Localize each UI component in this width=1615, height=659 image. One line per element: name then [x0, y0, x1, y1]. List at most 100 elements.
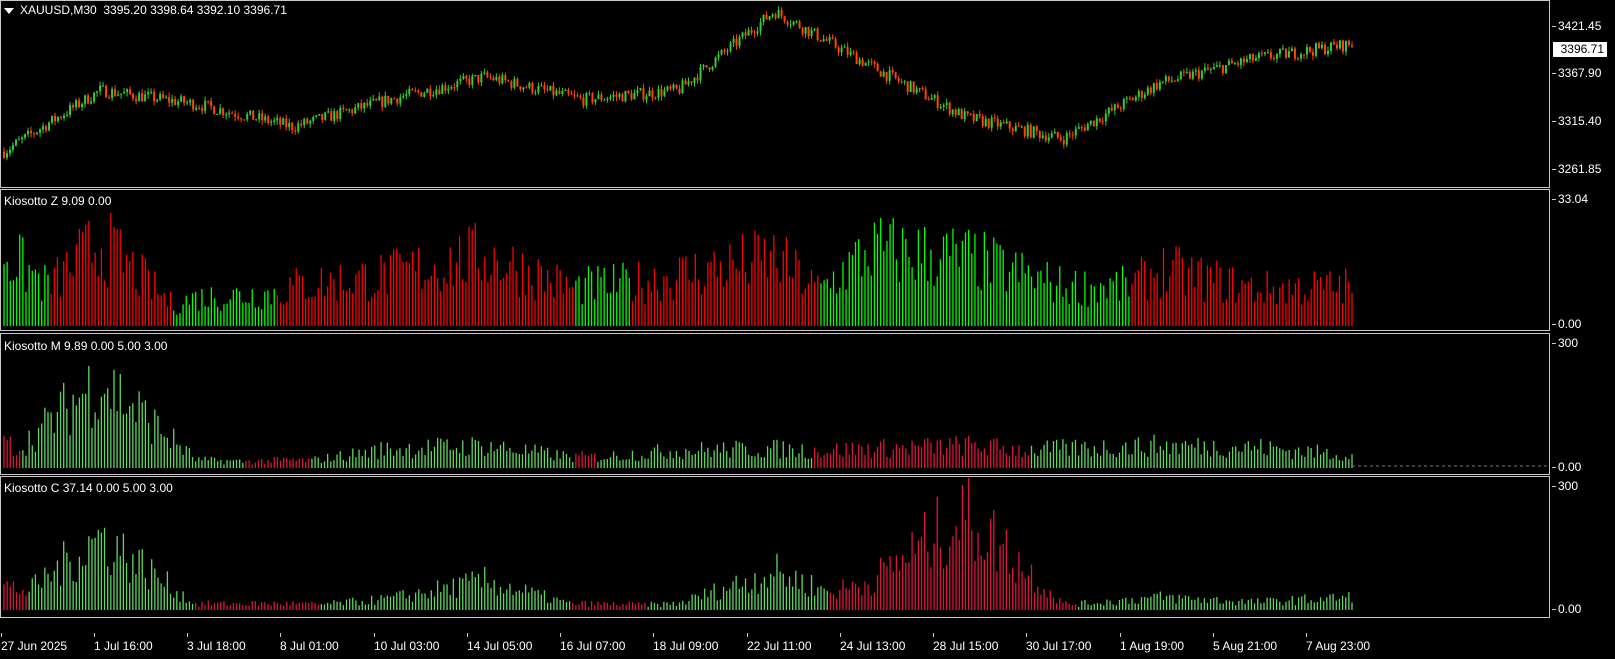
candle-body	[48, 122, 51, 131]
candle-body	[864, 62, 867, 66]
candle-body	[906, 81, 909, 93]
candle-body	[855, 52, 858, 65]
candle-body	[1062, 140, 1065, 145]
candle-body	[597, 94, 600, 100]
candle-body	[138, 93, 141, 102]
candle-body	[528, 82, 531, 88]
candle-body	[1083, 127, 1086, 131]
candle-body	[870, 61, 873, 63]
candle-body	[954, 109, 957, 116]
candle-body	[1326, 50, 1329, 55]
candle-body	[408, 88, 411, 95]
candle-body	[1095, 118, 1098, 127]
candle-body	[438, 89, 441, 94]
candle-body	[420, 92, 423, 97]
candle-body	[690, 81, 693, 84]
candle-body	[120, 93, 123, 95]
candle-body	[777, 9, 780, 19]
candle-body	[396, 98, 399, 104]
candle-body	[117, 94, 120, 96]
candle-body	[1335, 44, 1338, 49]
candle-body	[1182, 71, 1185, 73]
candle-body	[645, 96, 648, 100]
candle-body	[894, 72, 897, 78]
candle-body	[909, 81, 912, 93]
candle-body	[813, 28, 816, 31]
candle-body	[810, 30, 813, 37]
candle-body	[1344, 40, 1347, 52]
candle-body	[1311, 51, 1314, 56]
candle-body	[888, 70, 891, 81]
candle-body	[399, 97, 402, 104]
candle-body	[573, 94, 576, 96]
candle-body	[381, 96, 384, 107]
candle-body	[1224, 65, 1227, 74]
candle-body	[822, 39, 825, 42]
candle-body	[513, 78, 516, 88]
candle-body	[510, 81, 513, 88]
candle-body	[1305, 47, 1308, 55]
candle-body	[651, 90, 654, 98]
candle-body	[993, 117, 996, 119]
candle-body	[234, 113, 237, 117]
candle-body	[1011, 128, 1014, 132]
candle-body	[93, 92, 96, 102]
candle-body	[984, 118, 987, 127]
candle-body	[642, 88, 645, 100]
candle-body	[816, 28, 819, 41]
candle-body	[684, 80, 687, 85]
candle-body	[1125, 98, 1128, 100]
candle-body	[162, 94, 165, 98]
candle-body	[255, 119, 258, 121]
candle-body	[1206, 67, 1209, 70]
candle-body	[525, 87, 528, 89]
candle-body	[786, 21, 789, 25]
candle-body	[660, 88, 663, 97]
candle-body	[1191, 71, 1194, 79]
candle-body	[258, 113, 261, 120]
candle-body	[669, 86, 672, 89]
candle-body	[981, 115, 984, 127]
candle-body	[969, 113, 972, 115]
candle-body	[54, 115, 57, 122]
candle-body	[228, 112, 231, 115]
candle-body	[1068, 133, 1071, 135]
candle-body	[795, 21, 798, 23]
candle-body	[699, 66, 702, 81]
candle-body	[126, 89, 129, 93]
candle-body	[423, 93, 426, 97]
candle-body	[741, 32, 744, 38]
candle-body	[546, 89, 549, 91]
candle-body	[939, 106, 942, 108]
candle-body	[867, 61, 870, 63]
candle-body	[1086, 124, 1089, 131]
candle-body	[489, 76, 492, 78]
candle-body	[216, 113, 219, 115]
candle-body	[774, 14, 777, 19]
candle-body	[1089, 120, 1092, 125]
candle-body	[1044, 135, 1047, 141]
candle-body	[591, 93, 594, 103]
candle-body	[1281, 48, 1284, 50]
candle-body	[711, 66, 714, 70]
candle-body	[1074, 128, 1077, 136]
candle-body	[1197, 70, 1200, 79]
candle-body	[1317, 43, 1320, 49]
candle-body	[1254, 58, 1257, 61]
candle-body	[270, 121, 273, 123]
candle-body	[726, 50, 729, 52]
candle-body	[195, 107, 198, 110]
candle-body	[1347, 40, 1350, 46]
candle-body	[1002, 122, 1005, 124]
candle-body	[339, 107, 342, 120]
candle-body	[738, 37, 741, 46]
candle-body	[1017, 125, 1020, 127]
candle-body	[129, 89, 132, 94]
candle-body	[792, 21, 795, 25]
candle-body	[936, 95, 939, 108]
candle-body	[903, 81, 906, 83]
candle-body	[987, 118, 990, 128]
candle-body	[933, 95, 936, 98]
candle-body	[474, 74, 477, 76]
candle-body	[693, 77, 696, 84]
